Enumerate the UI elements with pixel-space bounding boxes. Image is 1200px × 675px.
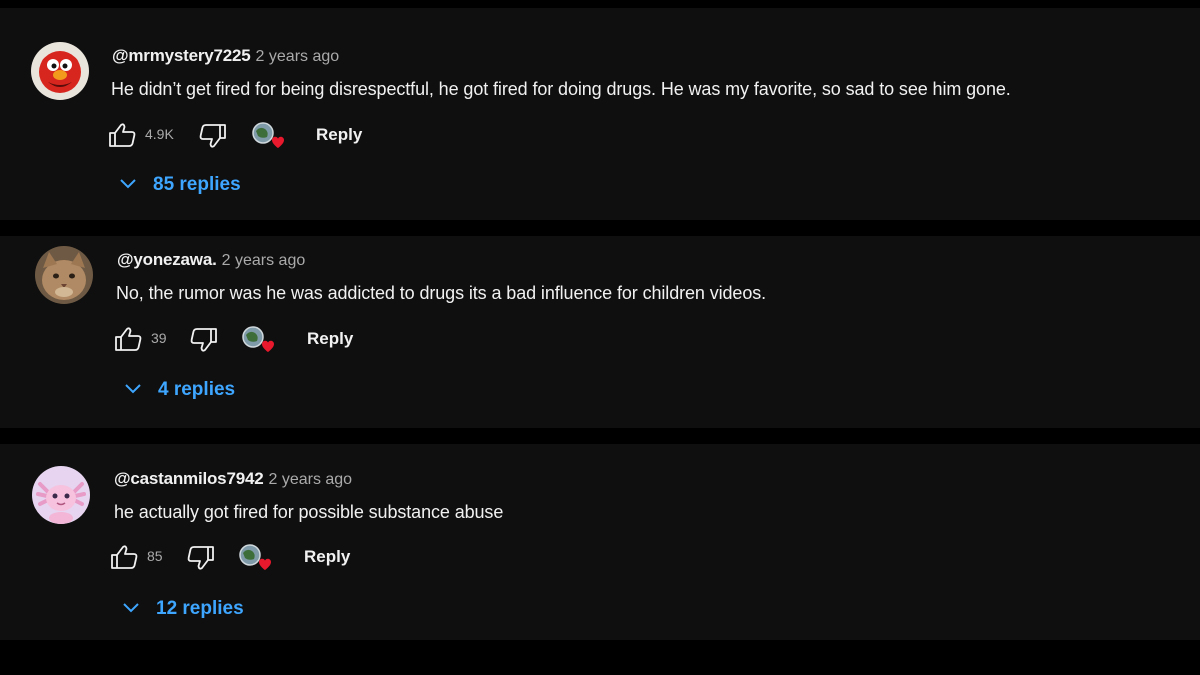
author-name[interactable]: @castanmilos7942 bbox=[114, 469, 264, 488]
view-replies-button[interactable]: 4 replies bbox=[124, 378, 264, 402]
thumbs-up-icon[interactable] bbox=[107, 122, 137, 148]
chevron-down-icon bbox=[123, 603, 139, 613]
reply-button[interactable]: Reply bbox=[307, 329, 353, 349]
author-name[interactable]: @mrmystery7225 bbox=[112, 46, 251, 65]
creator-heart-icon bbox=[239, 544, 271, 570]
replies-count-label: 12 replies bbox=[156, 598, 244, 619]
thumbs-down-icon[interactable] bbox=[189, 327, 219, 353]
avatar[interactable] bbox=[35, 246, 93, 304]
thumbs-up-icon[interactable] bbox=[109, 544, 139, 570]
author-name[interactable]: @yonezawa. bbox=[117, 250, 217, 269]
avatar[interactable] bbox=[31, 42, 89, 100]
comment-thread: @yonezawa. 2 years ago No, the rumor was … bbox=[0, 236, 1200, 428]
comment-thread: @mrmystery7225 2 years ago He didn’t get … bbox=[0, 8, 1200, 220]
creator-heart-icon bbox=[252, 122, 284, 148]
like-count: 39 bbox=[151, 330, 167, 346]
comment-time[interactable]: 2 years ago bbox=[256, 48, 340, 65]
comment-text: he actually got fired for possible subst… bbox=[114, 502, 504, 522]
comment-time[interactable]: 2 years ago bbox=[222, 252, 306, 269]
comment-time[interactable]: 2 years ago bbox=[268, 471, 352, 488]
like-count: 4.9K bbox=[145, 126, 174, 142]
chevron-down-icon bbox=[125, 384, 141, 394]
replies-count-label: 85 replies bbox=[153, 174, 241, 195]
comment-actions: 4.9K Reply bbox=[107, 119, 367, 151]
chevron-down-icon bbox=[120, 179, 136, 189]
thumbs-down-icon[interactable] bbox=[198, 123, 228, 149]
comment-text: No, the rumor was he was addicted to dru… bbox=[116, 283, 767, 303]
reply-button[interactable]: Reply bbox=[316, 125, 362, 145]
comment-meta: @mrmystery7225 2 years ago bbox=[112, 46, 339, 67]
replies-count-label: 4 replies bbox=[158, 379, 236, 400]
thumbs-down-icon[interactable] bbox=[186, 545, 216, 571]
view-replies-button[interactable]: 85 replies bbox=[119, 173, 269, 197]
comment-text: He didn’t get fired for being disrespect… bbox=[111, 79, 1011, 99]
like-count: 85 bbox=[147, 548, 163, 564]
comment-thread: @castanmilos7942 2 years ago he actually … bbox=[0, 444, 1200, 640]
creator-heart-icon bbox=[242, 326, 274, 352]
comments-section: @mrmystery7225 2 years ago He didn’t get … bbox=[0, 0, 1200, 675]
view-replies-button[interactable]: 12 replies bbox=[122, 597, 272, 621]
comment-actions: 85 Reply bbox=[109, 541, 369, 573]
thumbs-up-icon[interactable] bbox=[113, 326, 143, 352]
avatar[interactable] bbox=[32, 466, 90, 524]
comment-meta: @castanmilos7942 2 years ago bbox=[114, 469, 352, 490]
comment-actions: 39 Reply bbox=[113, 323, 373, 355]
comment-meta: @yonezawa. 2 years ago bbox=[117, 250, 305, 271]
reply-button[interactable]: Reply bbox=[304, 547, 350, 567]
